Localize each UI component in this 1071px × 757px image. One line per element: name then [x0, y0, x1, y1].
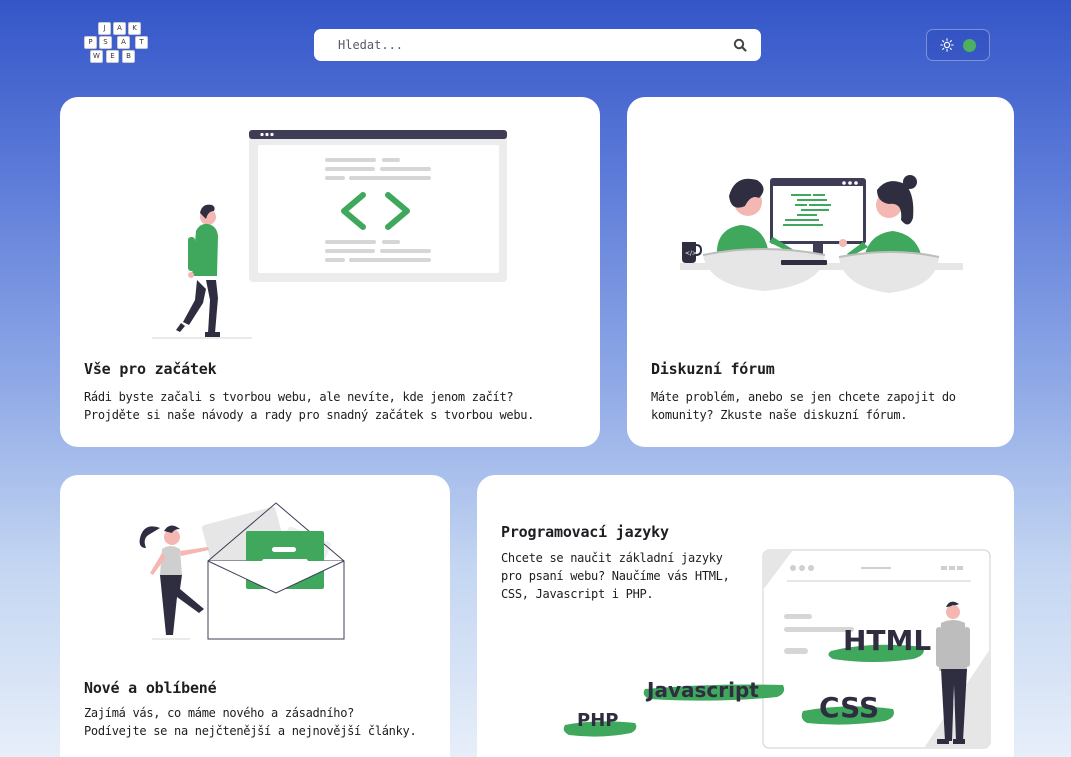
- status-dot[interactable]: [963, 38, 977, 52]
- card-title: Vše pro začátek: [84, 360, 217, 378]
- logo-key: S: [99, 36, 112, 49]
- card-description-line: Rádi byste začali s tvorbou webu, ale ne…: [84, 390, 514, 404]
- logo-key: E: [106, 50, 119, 63]
- search-icon[interactable]: [733, 38, 747, 52]
- card-description-line: komunity? Zkuste naše diskuzní fórum.: [651, 408, 908, 422]
- theme-toggle[interactable]: [926, 29, 990, 61]
- logo-key: B: [122, 50, 135, 63]
- card-new-popular[interactable]: Nové a oblíbené Zajímá vás, co máme nové…: [60, 475, 450, 757]
- card-title: Programovací jazyky: [501, 523, 669, 541]
- logo-key: A: [113, 22, 126, 35]
- language-label: HTML: [843, 624, 931, 657]
- logo-key: W: [90, 50, 103, 63]
- search-input[interactable]: [338, 38, 733, 52]
- sun-icon[interactable]: [940, 38, 954, 52]
- svg-text:</>: </>: [685, 250, 697, 257]
- forum-illustration: </>: [680, 175, 963, 293]
- code-window-illustration: [152, 130, 507, 339]
- language-label: Javascript: [645, 678, 759, 702]
- logo-key: J: [98, 22, 111, 35]
- language-label: CSS: [819, 691, 879, 724]
- card-languages[interactable]: Programovací jazyky Chcete se naučit zák…: [477, 475, 1014, 757]
- card-title: Nové a oblíbené: [84, 679, 217, 697]
- logo-key: T: [135, 36, 148, 49]
- card-title: Diskuzní fórum: [651, 360, 775, 378]
- card-description-line: Máte problém, anebo se jen chcete zapoji…: [651, 390, 956, 404]
- logo-key: K: [128, 22, 141, 35]
- logo-key: A: [117, 36, 130, 49]
- newsletter-illustration: [139, 502, 345, 640]
- search-bar: [314, 29, 761, 61]
- card-description-line: Podívejte se na nejčtenější a nejnovější…: [84, 724, 417, 738]
- card-description-line: Projděte si naše návody a rady pro snadn…: [84, 408, 535, 422]
- card-forum[interactable]: </> Diskuzní fórum Máte problém, anebo s…: [627, 97, 1014, 447]
- card-beginners[interactable]: Vše pro začátek Rádi byste začali s tvor…: [60, 97, 600, 447]
- site-logo[interactable]: J A K P S A T W E B: [84, 20, 152, 68]
- logo-key: P: [84, 36, 97, 49]
- languages-illustration: HTML Javascript CSS PHP: [563, 549, 991, 749]
- language-label: PHP: [577, 710, 618, 731]
- card-description-line: Zajímá vás, co máme nového a zásadního?: [84, 706, 355, 720]
